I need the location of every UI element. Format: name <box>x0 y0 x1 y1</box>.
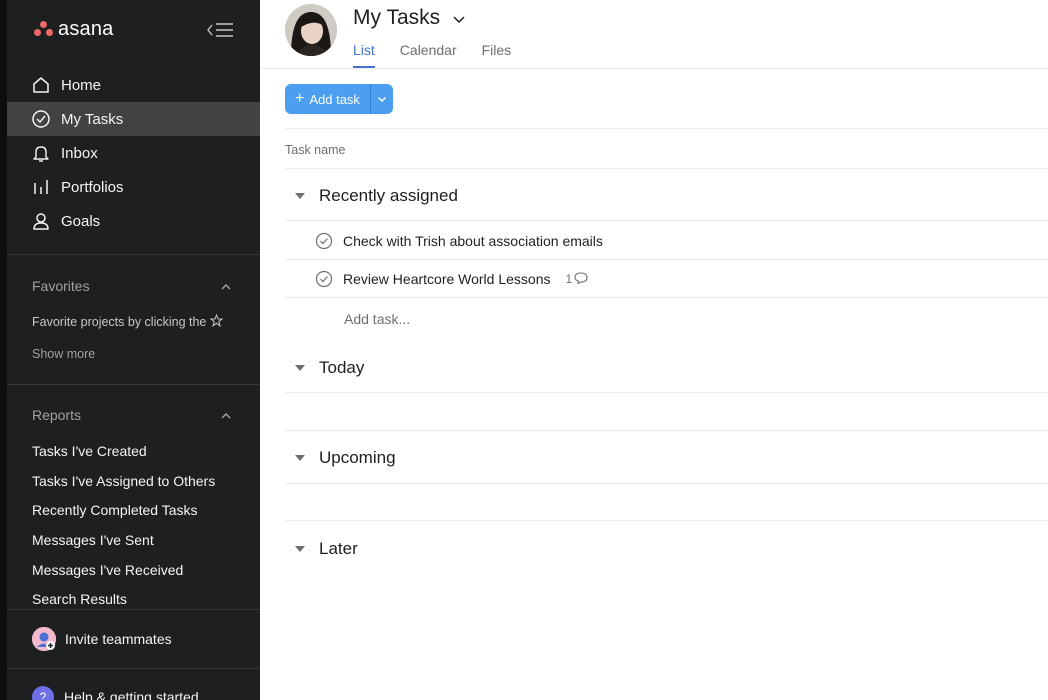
page-title-text: My Tasks <box>353 6 441 29</box>
add-task-button-group: + Add task <box>285 84 393 114</box>
tab-files[interactable]: Files <box>482 42 512 68</box>
nav-label: Goals <box>61 212 101 230</box>
favorites-hint: Favorite projects by clicking the <box>32 313 224 330</box>
triangle-down-icon[interactable] <box>295 455 305 461</box>
logo-text: asana <box>58 18 114 40</box>
header-divider <box>260 68 1048 69</box>
add-task-inline[interactable]: Add task... <box>344 311 410 327</box>
column-header-task-name[interactable]: Task name <box>285 143 345 157</box>
report-item-tasks-assigned[interactable]: Tasks I've Assigned to Others <box>32 473 215 489</box>
report-item-messages-sent[interactable]: Messages I've Sent <box>32 532 154 548</box>
divider <box>285 430 1048 431</box>
divider <box>285 168 1048 169</box>
check-circle-icon[interactable] <box>315 270 333 288</box>
triangle-down-icon[interactable] <box>295 546 305 552</box>
report-item-tasks-created[interactable]: Tasks I've Created <box>32 443 147 459</box>
collapse-sidebar-icon[interactable] <box>205 20 235 40</box>
chevron-down-icon[interactable] <box>452 6 466 30</box>
chevron-down-icon <box>377 90 387 108</box>
section-upcoming[interactable]: Upcoming <box>295 448 396 468</box>
nav-item-my-tasks[interactable]: My Tasks <box>7 102 260 136</box>
section-title: Recently assigned <box>319 186 458 205</box>
bar-chart-icon <box>31 177 51 197</box>
section-later[interactable]: Later <box>295 539 358 559</box>
task-row[interactable]: Review Heartcore World Lessons 1 <box>315 260 1048 298</box>
task-row[interactable]: Check with Trish about association email… <box>315 222 1048 260</box>
sidebar: asana Home My Tasks Inbox Portfolios Goa… <box>7 0 260 700</box>
divider <box>285 483 1048 484</box>
avatar[interactable] <box>285 4 337 56</box>
divider <box>285 520 1048 521</box>
section-title: Later <box>319 539 358 558</box>
comment-count[interactable]: 1 <box>565 271 589 287</box>
star-icon <box>209 313 224 330</box>
window-edge <box>0 0 7 700</box>
help-icon: ? <box>32 686 54 700</box>
task-name: Review Heartcore World Lessons <box>343 271 551 287</box>
favorites-header[interactable]: Favorites <box>32 278 232 294</box>
nav-label: Inbox <box>61 144 98 162</box>
sidebar-divider <box>7 384 260 385</box>
invite-label: Invite teammates <box>65 631 172 647</box>
nav-item-portfolios[interactable]: Portfolios <box>7 170 260 204</box>
nav-item-goals[interactable]: Goals <box>7 204 260 238</box>
nav-item-inbox[interactable]: Inbox <box>7 136 260 170</box>
task-name: Check with Trish about association email… <box>343 233 603 249</box>
report-item-messages-received[interactable]: Messages I've Received <box>32 562 183 578</box>
tab-calendar[interactable]: Calendar <box>400 42 457 68</box>
show-more-link[interactable]: Show more <box>32 347 95 361</box>
logo-mark-icon <box>34 20 54 39</box>
section-today[interactable]: Today <box>295 358 364 378</box>
triangle-down-icon[interactable] <box>295 193 305 199</box>
plus-icon: + <box>295 90 305 107</box>
chevron-up-icon[interactable] <box>220 407 232 423</box>
add-task-dropdown-button[interactable] <box>370 84 393 114</box>
page-title[interactable]: My Tasks <box>353 6 466 30</box>
view-tabs: List Calendar Files <box>353 42 536 68</box>
sidebar-divider <box>7 254 260 255</box>
bell-icon <box>31 143 51 163</box>
nav-label: My Tasks <box>61 110 124 128</box>
sidebar-divider <box>7 609 260 610</box>
help-button[interactable]: ? Help & getting started <box>32 686 199 700</box>
favorites-hint-text: Favorite projects by clicking the <box>32 315 207 329</box>
nav-label: Home <box>61 76 102 94</box>
help-label: Help & getting started <box>64 689 199 700</box>
comment-icon <box>574 271 588 287</box>
divider <box>285 392 1048 393</box>
tab-list[interactable]: List <box>353 42 375 68</box>
invite-icon <box>32 627 56 651</box>
add-task-label: Add task <box>309 91 360 107</box>
report-item-search-results[interactable]: Search Results <box>32 591 127 607</box>
chevron-up-icon[interactable] <box>220 278 232 294</box>
add-task-button[interactable]: + Add task <box>285 84 370 114</box>
divider <box>285 297 1048 298</box>
invite-teammates-button[interactable]: Invite teammates <box>32 627 172 651</box>
section-title: Today <box>319 358 365 377</box>
section-title: Upcoming <box>319 448 396 467</box>
check-circle-icon <box>31 109 51 129</box>
asana-logo[interactable]: asana <box>34 18 114 41</box>
check-circle-icon[interactable] <box>315 232 333 250</box>
triangle-down-icon[interactable] <box>295 365 305 371</box>
section-recently-assigned[interactable]: Recently assigned <box>295 186 458 206</box>
sidebar-divider <box>7 668 260 669</box>
comment-count-text: 1 <box>565 272 573 286</box>
nav-label: Portfolios <box>61 178 124 196</box>
home-icon <box>31 75 51 95</box>
favorites-title: Favorites <box>32 278 90 294</box>
person-icon <box>31 211 51 231</box>
reports-header[interactable]: Reports <box>32 407 232 423</box>
divider <box>285 220 1048 221</box>
divider <box>285 128 1048 129</box>
report-item-recently-completed[interactable]: Recently Completed Tasks <box>32 502 197 518</box>
reports-title: Reports <box>32 407 82 423</box>
main-content: My Tasks List Calendar Files + Add task … <box>260 0 1048 700</box>
nav-item-home[interactable]: Home <box>7 68 260 102</box>
